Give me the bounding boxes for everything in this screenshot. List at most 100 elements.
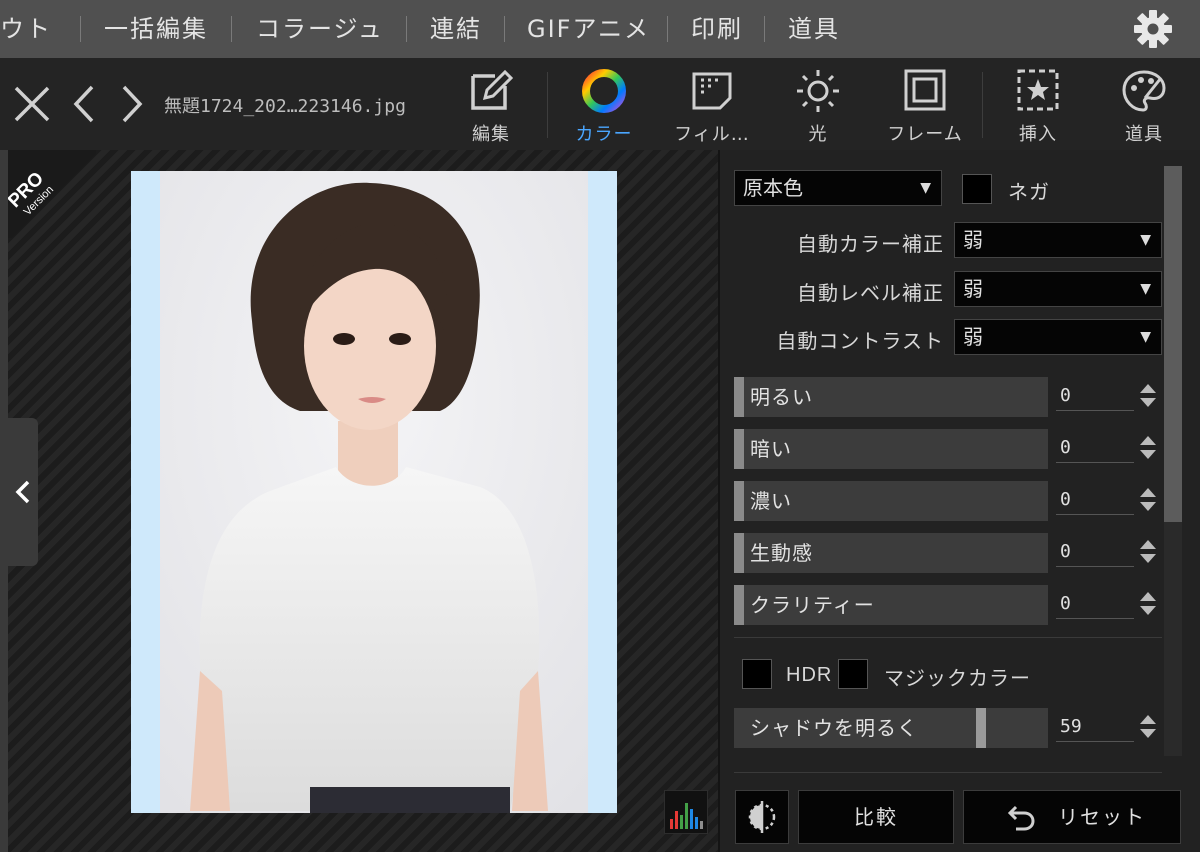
menu-separator bbox=[764, 16, 765, 42]
dropdown-arrow-icon: ▼ bbox=[1140, 281, 1151, 297]
slider-handle[interactable] bbox=[734, 377, 744, 417]
saturation-slider[interactable]: 濃い bbox=[734, 481, 1048, 521]
spin-down-icon[interactable] bbox=[1140, 729, 1156, 738]
darkness-value[interactable]: 0 bbox=[1056, 433, 1134, 463]
saturation-spinner[interactable] bbox=[1138, 485, 1158, 515]
auto-level-label: 自動レベル補正 bbox=[797, 281, 944, 305]
tool-tools[interactable]: 道具 bbox=[1096, 62, 1192, 146]
menu-item-tools[interactable]: 道具 bbox=[788, 0, 840, 58]
compare-button[interactable]: 比較 bbox=[798, 790, 954, 844]
brightness-slider[interactable]: 明るい bbox=[734, 377, 1048, 417]
dropdown-arrow-icon: ▼ bbox=[1140, 329, 1151, 345]
nega-label: ネガ bbox=[1008, 180, 1050, 204]
insert-icon bbox=[1017, 69, 1059, 111]
panel-scrollbar-thumb[interactable] bbox=[1164, 166, 1182, 522]
spin-up-icon[interactable] bbox=[1140, 384, 1156, 393]
slider-handle[interactable] bbox=[734, 585, 744, 625]
darkness-spinner[interactable] bbox=[1138, 433, 1158, 463]
hdr-checkbox[interactable] bbox=[742, 659, 772, 689]
reset-button[interactable]: リセット bbox=[963, 790, 1181, 844]
spin-up-icon[interactable] bbox=[1140, 488, 1156, 497]
tool-frame[interactable]: フレーム bbox=[877, 62, 973, 146]
histogram-button[interactable] bbox=[664, 790, 708, 834]
tool-color-label: カラー bbox=[575, 124, 633, 145]
nega-checkbox[interactable] bbox=[962, 174, 992, 204]
collapse-panel-button[interactable] bbox=[8, 418, 38, 566]
magic-color-checkbox[interactable] bbox=[838, 659, 868, 689]
edit-icon bbox=[471, 69, 513, 110]
tool-edit[interactable]: 編集 bbox=[443, 62, 539, 146]
menu-bar: ウト 一括編集 コラージュ 連結 GIFアニメ 印刷 道具 bbox=[0, 0, 1200, 58]
tool-insert-label: 挿入 bbox=[1019, 124, 1057, 145]
auto-contrast-label: 自動コントラスト bbox=[776, 329, 944, 353]
slider-handle[interactable] bbox=[976, 708, 986, 748]
color-wheel-icon bbox=[582, 69, 626, 113]
vibrance-spinner[interactable] bbox=[1138, 537, 1158, 567]
darkness-label: 暗い bbox=[750, 437, 792, 461]
color-preset-select[interactable]: 原本色 ▼ bbox=[734, 170, 942, 206]
menu-item-combine[interactable]: 連結 bbox=[430, 0, 482, 58]
tool-filter[interactable]: フィル… bbox=[664, 62, 760, 146]
tool-frame-label: フレーム bbox=[887, 124, 963, 145]
toolbar-separator bbox=[982, 72, 983, 138]
spin-up-icon[interactable] bbox=[1140, 592, 1156, 601]
vibrance-value[interactable]: 0 bbox=[1056, 537, 1134, 567]
auto-level-select[interactable]: 弱 ▼ bbox=[954, 271, 1162, 307]
vibrance-slider[interactable]: 生動感 bbox=[734, 533, 1048, 573]
darkness-slider[interactable]: 暗い bbox=[734, 429, 1048, 469]
palette-icon bbox=[1122, 70, 1166, 112]
clarity-slider[interactable]: クラリティー bbox=[734, 585, 1048, 625]
shadow-brighten-value[interactable]: 59 bbox=[1056, 712, 1134, 742]
tool-insert[interactable]: 挿入 bbox=[990, 62, 1086, 146]
magic-color-label: マジックカラー bbox=[884, 666, 1031, 690]
split-compare-icon bbox=[748, 801, 776, 833]
menu-item-batch-edit[interactable]: 一括編集 bbox=[104, 0, 208, 58]
menu-separator bbox=[406, 16, 407, 42]
saturation-value[interactable]: 0 bbox=[1056, 485, 1134, 515]
tool-light[interactable]: 光 bbox=[770, 62, 866, 146]
shadow-brighten-slider[interactable]: シャドウを明るく bbox=[734, 708, 1048, 748]
toolbar-separator bbox=[547, 72, 548, 138]
frame-icon bbox=[904, 69, 946, 111]
menu-item-collage[interactable]: コラージュ bbox=[256, 0, 384, 58]
shadow-brighten-spinner[interactable] bbox=[1138, 712, 1158, 742]
tool-light-label: 光 bbox=[808, 124, 828, 145]
next-image-icon[interactable] bbox=[112, 84, 152, 124]
menu-item-gif[interactable]: GIFアニメ bbox=[527, 0, 650, 58]
saturation-label: 濃い bbox=[750, 489, 792, 513]
split-view-button[interactable] bbox=[735, 790, 789, 844]
menu-item-layout[interactable]: ウト bbox=[0, 0, 52, 58]
spin-down-icon[interactable] bbox=[1140, 554, 1156, 563]
slider-handle[interactable] bbox=[734, 481, 744, 521]
clarity-value[interactable]: 0 bbox=[1056, 589, 1134, 619]
left-edge-strip bbox=[0, 150, 8, 852]
slider-handle[interactable] bbox=[734, 533, 744, 573]
spin-up-icon[interactable] bbox=[1140, 540, 1156, 549]
auto-contrast-select[interactable]: 弱 ▼ bbox=[954, 319, 1162, 355]
clarity-spinner[interactable] bbox=[1138, 589, 1158, 619]
photo-preview[interactable] bbox=[160, 171, 588, 813]
chevron-left-icon bbox=[15, 480, 30, 504]
menu-item-print[interactable]: 印刷 bbox=[691, 0, 743, 58]
panel-divider bbox=[734, 772, 1162, 773]
brightness-value[interactable]: 0 bbox=[1056, 381, 1134, 411]
spin-down-icon[interactable] bbox=[1140, 606, 1156, 615]
tool-color[interactable]: カラー bbox=[556, 62, 652, 146]
close-icon[interactable] bbox=[12, 84, 52, 124]
spin-up-icon[interactable] bbox=[1140, 715, 1156, 724]
menu-separator bbox=[667, 16, 668, 42]
spin-down-icon[interactable] bbox=[1140, 450, 1156, 459]
spin-up-icon[interactable] bbox=[1140, 436, 1156, 445]
brightness-spinner[interactable] bbox=[1138, 381, 1158, 411]
gear-icon[interactable] bbox=[1130, 8, 1176, 50]
slider-handle[interactable] bbox=[734, 429, 744, 469]
filter-icon bbox=[692, 72, 732, 110]
clarity-label: クラリティー bbox=[750, 593, 875, 617]
auto-color-value: 弱 bbox=[963, 228, 983, 252]
undo-icon bbox=[1007, 805, 1035, 831]
spin-down-icon[interactable] bbox=[1140, 398, 1156, 407]
tool-tools-label: 道具 bbox=[1125, 124, 1163, 145]
prev-image-icon[interactable] bbox=[64, 84, 104, 124]
spin-down-icon[interactable] bbox=[1140, 502, 1156, 511]
auto-color-select[interactable]: 弱 ▼ bbox=[954, 222, 1162, 258]
